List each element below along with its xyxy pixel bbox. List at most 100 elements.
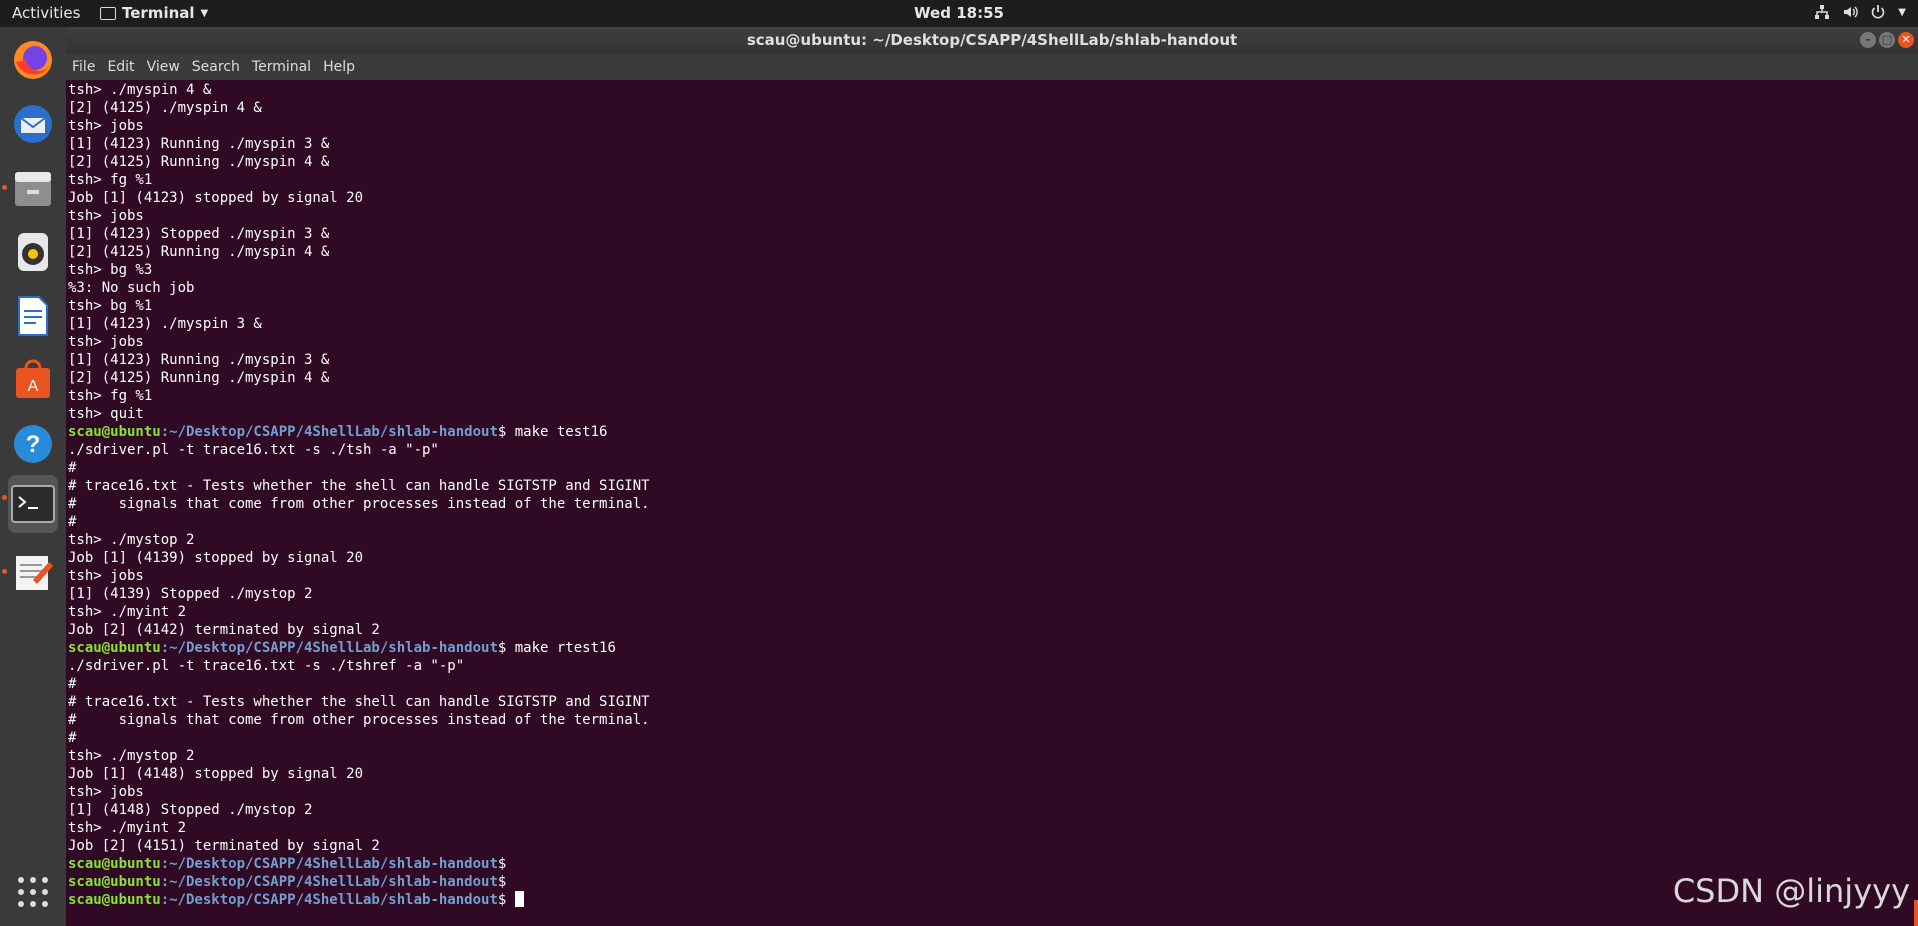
output-text: #: [68, 514, 77, 530]
prompt-user: scau@ubuntu: [68, 424, 161, 440]
output-text: tsh> bg %3: [68, 262, 153, 278]
output-line: tsh> ./myspin 4 &: [68, 81, 1918, 99]
output-line: [2] (4125) Running ./myspin 4 &: [68, 243, 1918, 261]
output-text: tsh> ./mystop 2: [68, 748, 195, 764]
output-text: ./sdriver.pl -t trace16.txt -s ./tshref …: [68, 658, 465, 674]
menu-file[interactable]: File: [72, 59, 95, 75]
output-line: [1] (4123) Running ./myspin 3 &: [68, 351, 1918, 369]
output-line: %3: No such job: [68, 279, 1918, 297]
output-text: [1] (4139) Stopped ./mystop 2: [68, 586, 313, 602]
system-tray[interactable]: ▼: [1814, 4, 1906, 20]
output-text: Job [1] (4148) stopped by signal 20: [68, 766, 364, 782]
window-title-bar[interactable]: scau@ubuntu: ~/Desktop/CSAPP/4ShellLab/s…: [66, 27, 1918, 54]
output-text: ./sdriver.pl -t trace16.txt -s ./tsh -a …: [68, 442, 439, 458]
output-line: Job [1] (4148) stopped by signal 20: [68, 765, 1918, 783]
output-line: tsh> quit: [68, 405, 1918, 423]
output-text: Job [2] (4142) terminated by signal 2: [68, 622, 380, 638]
output-text: tsh> jobs: [68, 334, 144, 350]
output-text: # trace16.txt - Tests whether the shell …: [68, 694, 650, 710]
output-text: # signals that come from other processes…: [68, 496, 650, 512]
terminal-window: scau@ubuntu: ~/Desktop/CSAPP/4ShellLab/s…: [66, 27, 1918, 926]
help-icon[interactable]: ?: [8, 419, 58, 469]
output-text: [1] (4123) Running ./myspin 3 &: [68, 136, 330, 152]
output-text: tsh> ./myspin 4 &: [68, 82, 212, 98]
terminal-icon[interactable]: [2, 475, 58, 533]
libreoffice-writer-icon[interactable]: [8, 291, 58, 341]
output-text: tsh> bg %1: [68, 298, 153, 314]
menu-help[interactable]: Help: [323, 59, 355, 75]
output-line: tsh> ./myint 2: [68, 819, 1918, 837]
output-line: [1] (4148) Stopped ./mystop 2: [68, 801, 1918, 819]
output-line: tsh> bg %3: [68, 261, 1918, 279]
command-text: $: [497, 856, 507, 872]
running-indicator: [2, 569, 7, 574]
command-text: $ make rtest16: [497, 640, 616, 656]
output-line: [2] (4125) ./myspin 4 &: [68, 99, 1918, 117]
output-line: [1] (4123) ./myspin 3 &: [68, 315, 1918, 333]
window-controls: – □ ✕: [1860, 32, 1914, 48]
running-indicator: [2, 185, 7, 190]
files-icon[interactable]: [2, 163, 58, 213]
show-applications-icon[interactable]: [8, 867, 58, 917]
output-line: Job [1] (4123) stopped by signal 20: [68, 189, 1918, 207]
output-text: tsh> jobs: [68, 784, 144, 800]
running-indicator: [2, 495, 7, 500]
output-line: [1] (4139) Stopped ./mystop 2: [68, 585, 1918, 603]
output-text: [1] (4123) Running ./myspin 3 &: [68, 352, 330, 368]
svg-text:A: A: [28, 378, 39, 395]
rhythmbox-icon[interactable]: [8, 227, 58, 277]
output-text: tsh> jobs: [68, 568, 144, 584]
output-text: #: [68, 730, 77, 746]
text-editor-icon[interactable]: [2, 547, 58, 597]
prompt-path: :~/Desktop/CSAPP/4ShellLab/shlab-handout: [160, 874, 498, 890]
prompt-line: scau@ubuntu:~/Desktop/CSAPP/4ShellLab/sh…: [68, 891, 1918, 909]
output-text: tsh> ./myint 2: [68, 604, 187, 620]
output-line: ./sdriver.pl -t trace16.txt -s ./tsh -a …: [68, 441, 1918, 459]
close-icon[interactable]: ✕: [1898, 32, 1914, 48]
prompt-path: :~/Desktop/CSAPP/4ShellLab/shlab-handout: [160, 856, 498, 872]
output-text: [2] (4125) Running ./myspin 4 &: [68, 244, 330, 260]
output-text: [2] (4125) Running ./myspin 4 &: [68, 370, 330, 386]
output-text: tsh> ./mystop 2: [68, 532, 195, 548]
output-text: [2] (4125) ./myspin 4 &: [68, 100, 262, 116]
command-text: $: [497, 874, 507, 890]
menu-edit[interactable]: Edit: [107, 59, 134, 75]
volume-icon: [1844, 6, 1859, 18]
output-text: tsh> ./myint 2: [68, 820, 187, 836]
minimize-icon[interactable]: –: [1860, 32, 1876, 48]
output-text: [2] (4125) Running ./myspin 4 &: [68, 154, 330, 170]
prompt-line: scau@ubuntu:~/Desktop/CSAPP/4ShellLab/sh…: [68, 855, 1918, 873]
output-line: [2] (4125) Running ./myspin 4 &: [68, 153, 1918, 171]
output-line: tsh> jobs: [68, 117, 1918, 135]
command-text: $ make test16: [497, 424, 608, 440]
window-title: scau@ubuntu: ~/Desktop/CSAPP/4ShellLab/s…: [746, 31, 1238, 49]
menu-view[interactable]: View: [147, 59, 180, 75]
svg-text:?: ?: [26, 431, 41, 458]
output-text: Job [1] (4139) stopped by signal 20: [68, 550, 364, 566]
output-line: # signals that come from other processes…: [68, 711, 1918, 729]
prompt-line: scau@ubuntu:~/Desktop/CSAPP/4ShellLab/sh…: [68, 639, 1918, 657]
software-center-icon[interactable]: A: [8, 355, 58, 405]
output-text: [1] (4148) Stopped ./mystop 2: [68, 802, 313, 818]
clock[interactable]: Wed 18:55: [0, 4, 1918, 22]
thunderbird-icon[interactable]: [8, 99, 58, 149]
output-line: tsh> jobs: [68, 567, 1918, 585]
output-line: #: [68, 675, 1918, 693]
output-text: tsh> jobs: [68, 208, 144, 224]
power-icon: [1872, 5, 1885, 19]
watermark: CSDN @linjyyy: [1672, 872, 1910, 910]
maximize-icon[interactable]: □: [1879, 32, 1895, 48]
dock: A ?: [0, 27, 66, 926]
caret-down-icon: ▼: [1898, 6, 1906, 18]
command-text: $: [497, 892, 515, 908]
firefox-icon[interactable]: [8, 35, 58, 85]
output-line: Job [2] (4151) terminated by signal 2: [68, 837, 1918, 855]
menu-terminal[interactable]: Terminal: [252, 59, 311, 75]
prompt-line: scau@ubuntu:~/Desktop/CSAPP/4ShellLab/sh…: [68, 423, 1918, 441]
terminal-output[interactable]: tsh> ./myspin 4 & [2] (4125) ./myspin 4 &…: [66, 80, 1918, 926]
output-text: tsh> jobs: [68, 118, 144, 134]
prompt-user: scau@ubuntu: [68, 892, 161, 908]
output-text: # signals that come from other processes…: [68, 712, 650, 728]
menu-search[interactable]: Search: [192, 59, 240, 75]
output-text: # trace16.txt - Tests whether the shell …: [68, 478, 650, 494]
